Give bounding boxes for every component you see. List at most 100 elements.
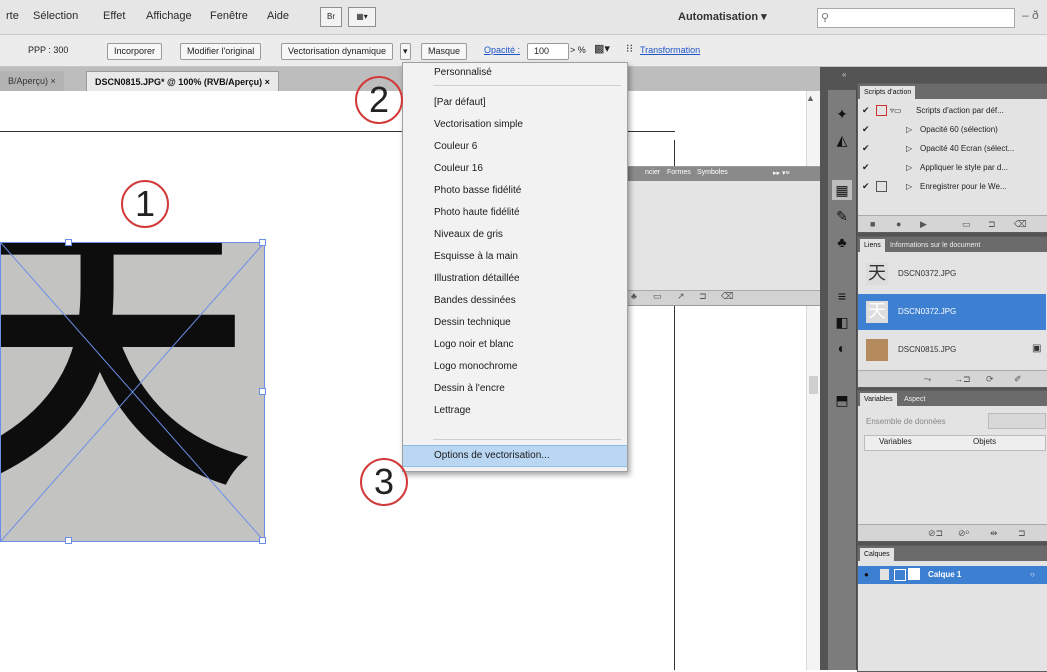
brushes-icon[interactable]: ✎ <box>832 206 852 226</box>
placed-image[interactable]: 天 <box>0 242 265 542</box>
appearance-icon[interactable]: ◭ <box>832 130 852 150</box>
expand-icon[interactable]: ▷ <box>906 140 912 157</box>
tab-liens[interactable]: Liens <box>860 239 885 252</box>
scrollbar-thumb[interactable] <box>809 376 818 394</box>
tab-calques[interactable]: Calques <box>860 548 894 561</box>
layer-name[interactable]: Calque 1 <box>928 566 961 583</box>
eye-icon[interactable]: ● <box>864 566 869 583</box>
menu-item-preset[interactable]: Lettrage <box>403 401 627 421</box>
expand-icon[interactable]: ▷ <box>906 159 912 176</box>
symbols-icon[interactable]: ♣ <box>832 232 852 252</box>
make-visibility-dynamic-icon[interactable]: ⊘ᵒ <box>958 525 969 541</box>
stop-icon[interactable]: ■ <box>870 216 875 232</box>
modifier-original-button[interactable]: Modifier l'original <box>180 43 262 60</box>
action-row[interactable]: ✔ ▷ Opacité 40 Ecran (sélect... <box>858 140 1047 157</box>
new-set-icon[interactable]: ▭ <box>962 216 971 232</box>
style-swatch-icon[interactable]: ▩▾ <box>594 42 610 55</box>
tab-aspect[interactable]: Aspect <box>900 393 929 406</box>
menu-item-aide[interactable]: Aide <box>267 10 289 22</box>
relink-icon[interactable]: ⤳ <box>924 371 931 387</box>
col-variables[interactable]: Variables <box>879 437 912 446</box>
expand-icon[interactable]: ▷ <box>906 121 912 138</box>
transparency-icon[interactable]: ◐ <box>832 338 852 358</box>
transformation-link[interactable]: Transformation <box>640 45 700 55</box>
gradient-icon[interactable]: ◧ <box>832 312 852 332</box>
col-objets[interactable]: Objets <box>973 437 996 446</box>
tab-informations-document[interactable]: Informations sur le document <box>886 239 984 252</box>
opacite-field[interactable]: 100 <box>527 43 569 60</box>
new-action-icon[interactable]: ⊐ <box>988 216 996 232</box>
swatches-icon[interactable]: ▦ <box>832 180 852 200</box>
checkmark-icon[interactable]: ✔ <box>862 124 872 134</box>
workspace-switcher[interactable]: Automatisation ▾ <box>678 10 767 23</box>
play-icon[interactable]: ▶ <box>920 216 927 232</box>
vectorisation-presets-dropdown[interactable]: ▾ <box>400 43 411 60</box>
delete-action-icon[interactable]: ⌫ <box>1014 216 1027 232</box>
vectorisation-button[interactable]: Vectorisation dynamique <box>281 43 394 60</box>
tab-variables[interactable]: Variables <box>860 393 897 406</box>
menu-item-preset[interactable]: [Par défaut] <box>403 93 627 113</box>
checkmark-icon[interactable]: ✔ <box>862 162 872 172</box>
edit-original-icon[interactable]: ✐ <box>1014 371 1022 387</box>
checkmark-icon[interactable]: ✔ <box>862 181 872 191</box>
menu-item-preset[interactable]: Couleur 16 <box>403 159 627 179</box>
panel-menu-icon[interactable]: ▸▸ ▾≡ <box>773 169 790 177</box>
incorporer-button[interactable]: Incorporer <box>107 43 163 60</box>
dialog-toggle-icon[interactable] <box>876 105 887 116</box>
menu-item-preset[interactable]: Logo monochrome <box>403 357 627 377</box>
menu-item-preset[interactable]: Bandes dessinées <box>403 291 627 311</box>
action-row[interactable]: ✔ ▷ Enregistrer pour le We... <box>858 178 1047 195</box>
graphic-styles-icon[interactable]: ⬒ <box>832 390 852 410</box>
align-icon[interactable]: ⁝⁝ <box>626 42 633 55</box>
menu-item-preset[interactable]: Photo haute fidélité <box>403 203 627 223</box>
opacite-label[interactable]: Opacité : <box>484 45 520 55</box>
tab-scripts-action[interactable]: Scripts d'action <box>860 86 916 99</box>
dataset-field[interactable] <box>988 413 1046 429</box>
layer-row[interactable]: ● Calque 1 ○ <box>858 566 1047 584</box>
action-row[interactable]: ✔ ▷ Opacité 60 (sélection) <box>858 121 1047 138</box>
menu-item-fenetre[interactable]: Fenêtre <box>210 10 248 22</box>
menu-item-preset[interactable]: Dessin technique <box>403 313 627 333</box>
menu-item-affichage[interactable]: Affichage <box>146 10 192 22</box>
symbol-library-icon[interactable]: ♣ <box>631 291 637 301</box>
menu-item-effet[interactable]: Effet <box>103 10 125 22</box>
menu-item-preset[interactable]: Logo noir et blanc <box>403 335 627 355</box>
resize-handle[interactable] <box>259 537 266 544</box>
new-variable-icon[interactable]: ⊐ <box>1018 525 1026 541</box>
delete-symbol-icon[interactable]: ⌫ <box>721 291 734 302</box>
resize-handle[interactable] <box>65 537 72 544</box>
resize-handle[interactable] <box>259 388 266 395</box>
masque-button[interactable]: Masque <box>421 43 468 60</box>
unbind-icon[interactable]: ⇹ <box>990 525 998 541</box>
tab-nuancier[interactable]: ncier <box>645 169 660 176</box>
bridge-icon[interactable]: Br <box>320 7 342 27</box>
resize-handle[interactable] <box>259 239 266 246</box>
arrange-documents-icon[interactable]: ▦▾ <box>348 7 376 27</box>
dialog-toggle-icon[interactable] <box>876 181 887 192</box>
scroll-up-icon[interactable]: ▲ <box>806 93 815 103</box>
menu-item-options-vectorisation[interactable]: Options de vectorisation... <box>403 445 627 467</box>
new-symbol-icon[interactable]: ⊐ <box>699 291 707 302</box>
link-item[interactable]: DSCN0815.JPG ▣ <box>858 332 1046 368</box>
menu-item-preset[interactable]: Niveaux de gris <box>403 225 627 245</box>
stroke-icon[interactable]: ≡ <box>832 286 852 306</box>
link-item[interactable]: 天 DSCN0372.JPG <box>858 256 1046 292</box>
target-icon[interactable]: ○ <box>1030 566 1035 583</box>
goto-link-icon[interactable]: →⊐ <box>954 371 971 387</box>
checkmark-icon[interactable]: ✔ <box>862 105 872 115</box>
window-controls[interactable]: – ð <box>1022 8 1039 22</box>
record-icon[interactable]: ● <box>896 216 901 232</box>
expand-icon[interactable]: ▷ <box>906 178 912 195</box>
tab-document-active[interactable]: DSCN0815.JPG* @ 100% (RVB/Aperçu) × <box>86 71 279 92</box>
menu-item-preset[interactable]: Dessin à l'encre <box>403 379 627 399</box>
tab-symboles[interactable]: Symboles <box>697 169 728 176</box>
menu-item-rte[interactable]: rte <box>6 10 19 22</box>
update-link-icon[interactable]: ⟳ <box>986 371 994 387</box>
action-row[interactable]: ✔ ▷ Appliquer le style par d... <box>858 159 1047 176</box>
menu-item-preset[interactable]: Photo basse fidélité <box>403 181 627 201</box>
place-symbol-icon[interactable]: ▭ <box>653 291 662 302</box>
link-item-selected[interactable]: 天 DSCN0372.JPG <box>858 294 1046 330</box>
tab-document-1[interactable]: B/Aperçu) × <box>0 71 64 91</box>
action-set-row[interactable]: ✔ ▿▭ Scripts d'action par déf... <box>858 102 1047 119</box>
break-link-icon[interactable]: ↗ <box>677 291 685 302</box>
